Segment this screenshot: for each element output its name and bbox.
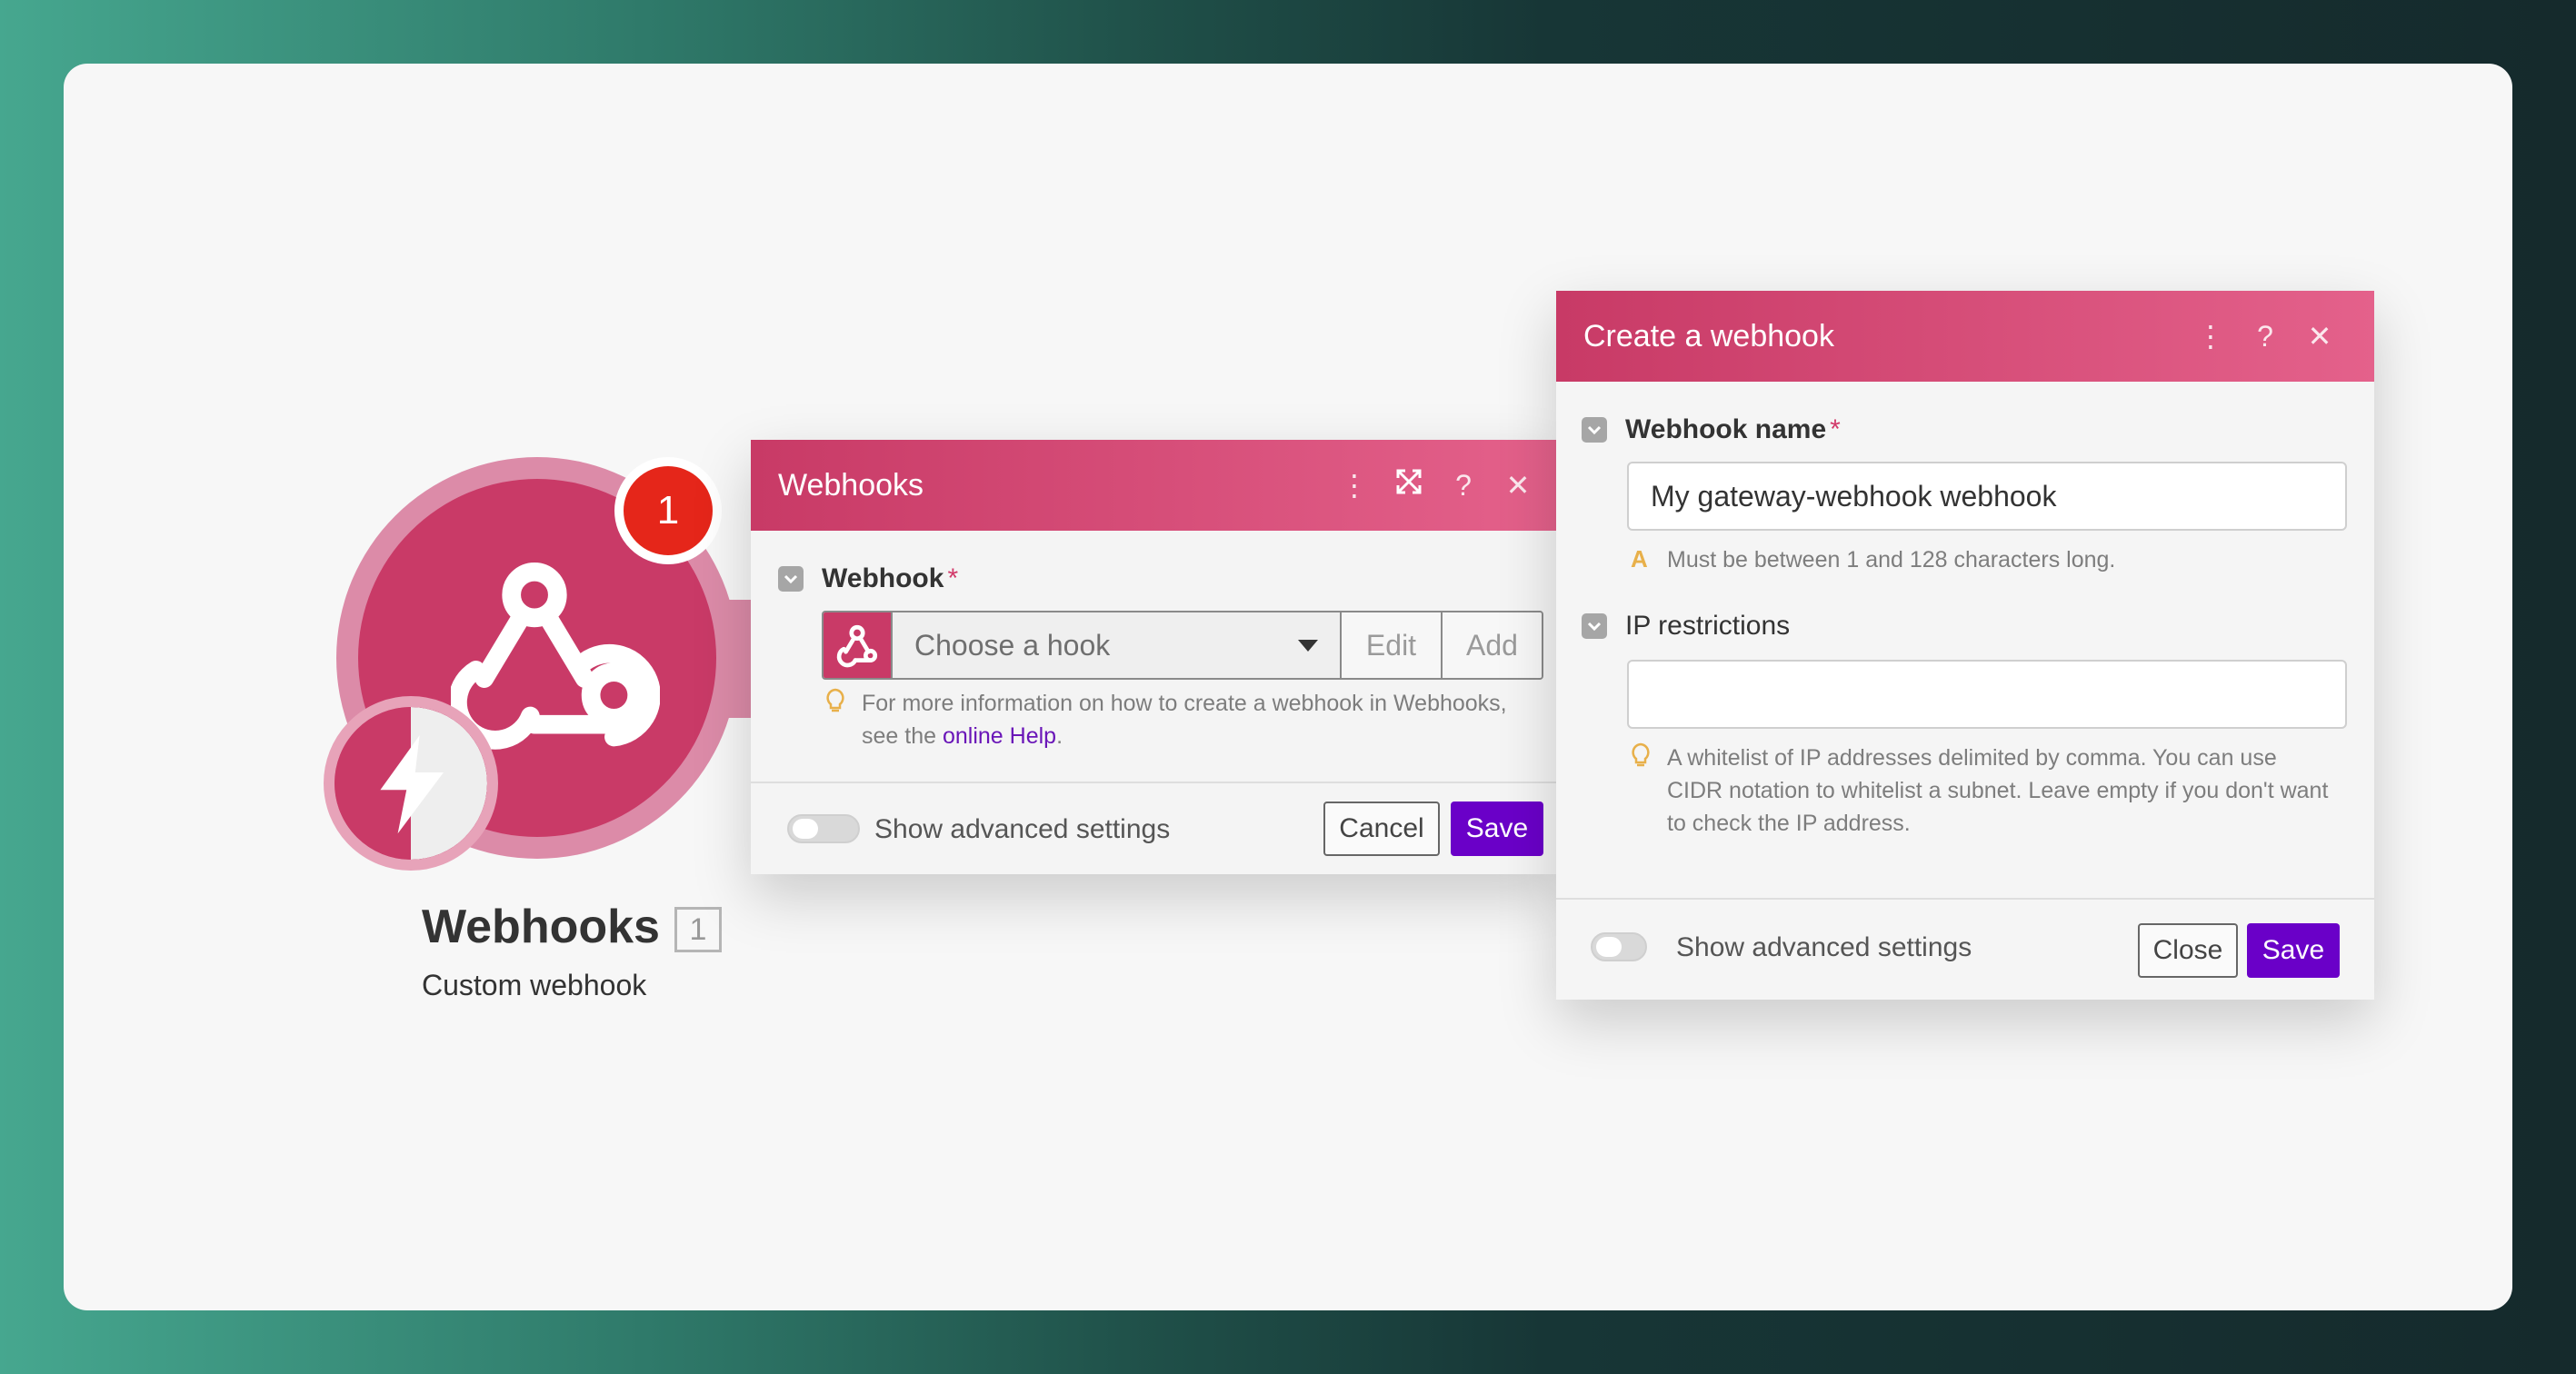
webhooks-dialog-title: Webhooks <box>778 467 924 503</box>
more-vertical-icon[interactable]: ⋮ <box>1327 468 1382 503</box>
add-hook-button[interactable]: Add <box>1441 612 1542 678</box>
warning-icon: A <box>1631 545 1648 572</box>
ip-restrictions-label: IP restrictions <box>1625 611 1791 641</box>
operations-count-badge: 1 <box>614 457 722 564</box>
ip-restrictions-input[interactable] <box>1627 660 2347 729</box>
collapse-toggle-icon[interactable] <box>1582 417 1607 443</box>
webhook-help-hint: For more information on how to create a … <box>862 687 1553 752</box>
ip-restrictions-field-header: IP restrictions <box>1582 611 1790 642</box>
ip-hint-line-1: A whitelist of IP addresses delimited by… <box>1667 745 2277 771</box>
hint-line-1: For more information on how to create a … <box>862 691 1507 716</box>
create-webhook-header: Create a webhook ⋮ ? ✕ <box>1556 291 2374 382</box>
lightning-bolt-icon <box>380 735 444 834</box>
webhook-app-icon <box>824 612 891 678</box>
advanced-settings-label: Show advanced settings <box>1676 932 1972 962</box>
choose-hook-placeholder: Choose a hook <box>914 628 1111 662</box>
webhook-field-header: Webhook * <box>778 563 958 594</box>
hint-line-2: see the online Help. <box>862 720 1553 752</box>
hint-line-2-end: . <box>1056 723 1063 749</box>
lightbulb-icon <box>826 688 844 712</box>
webhook-name-input[interactable]: My gateway-webhook webhook <box>1627 462 2347 531</box>
required-mark: * <box>1830 414 1841 444</box>
required-mark: * <box>947 563 959 593</box>
footer-divider <box>1556 898 2374 900</box>
hint-line-2-text: see the <box>862 723 937 749</box>
save-button[interactable]: Save <box>2247 923 2340 978</box>
chevron-down-icon <box>1298 639 1318 652</box>
advanced-settings-label: Show advanced settings <box>874 814 1171 844</box>
webhook-select-group: Choose a hook Edit Add <box>822 611 1543 680</box>
expand-icon[interactable] <box>1382 468 1436 503</box>
online-help-link[interactable]: online Help <box>943 723 1056 749</box>
ip-restrictions-hint: A whitelist of IP addresses delimited by… <box>1667 742 2367 840</box>
webhook-name-label: Webhook name <box>1625 414 1827 444</box>
close-icon[interactable]: ✕ <box>1491 468 1545 503</box>
create-webhook-dialog: Create a webhook ⋮ ? ✕ Webhook name * My… <box>1556 291 2374 1000</box>
help-icon[interactable]: ? <box>2238 320 2292 353</box>
create-webhook-title: Create a webhook <box>1583 318 1834 353</box>
collapse-toggle-icon[interactable] <box>1582 613 1607 639</box>
lightbulb-icon <box>1632 742 1650 767</box>
webhooks-dialog: Webhooks ⋮ ? ✕ Webhook * Choose a hook E… <box>751 440 1558 874</box>
save-button[interactable]: Save <box>1451 802 1543 856</box>
choose-hook-dropdown[interactable]: Choose a hook <box>891 612 1340 678</box>
module-id-badge: 1 <box>674 907 722 952</box>
webhook-field-label: Webhook <box>822 563 944 593</box>
cancel-button[interactable]: Cancel <box>1323 802 1440 856</box>
trigger-badge <box>324 696 498 871</box>
footer-divider <box>751 782 1558 783</box>
webhooks-dialog-header: Webhooks ⋮ ? ✕ <box>751 440 1558 531</box>
module-subtitle: Custom webhook <box>422 969 647 1001</box>
ip-hint-line-3: to check the IP address. <box>1667 811 1911 836</box>
help-icon[interactable]: ? <box>1436 469 1491 503</box>
more-vertical-icon[interactable]: ⋮ <box>2183 319 2238 353</box>
collapse-toggle-icon[interactable] <box>778 566 804 592</box>
ip-hint-line-2: CIDR notation to whitelist a subnet. Lea… <box>1667 778 2329 803</box>
webhook-name-field-header: Webhook name * <box>1582 414 1841 445</box>
close-button[interactable]: Close <box>2138 923 2238 978</box>
advanced-settings-toggle[interactable] <box>787 814 860 843</box>
edit-hook-button[interactable]: Edit <box>1340 612 1441 678</box>
advanced-settings-toggle[interactable] <box>1591 932 1647 961</box>
webhook-icon <box>451 562 660 750</box>
webhook-name-hint: Must be between 1 and 128 characters lon… <box>1667 547 2116 572</box>
close-icon[interactable]: ✕ <box>2292 319 2347 353</box>
module-title: Webhooks <box>422 901 660 953</box>
